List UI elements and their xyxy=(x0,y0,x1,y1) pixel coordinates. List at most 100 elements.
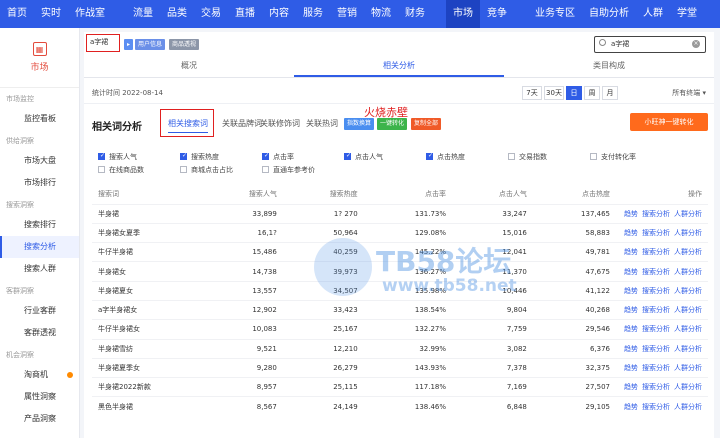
column-header[interactable]: 搜索热度 xyxy=(283,185,364,204)
row-action-link[interactable]: 趋势 xyxy=(624,306,638,314)
row-action-link[interactable]: 人群分析 xyxy=(674,229,702,237)
metric-checkbox[interactable]: 交易指数 xyxy=(508,152,547,162)
row-action-link[interactable]: 搜索分析 xyxy=(642,248,670,256)
sidebar-item[interactable]: 客群透视 xyxy=(0,322,79,344)
sidebar-item[interactable]: 属性洞察 xyxy=(0,386,79,408)
nav-item[interactable]: 学堂 xyxy=(670,0,704,28)
nav-item[interactable]: 交易 xyxy=(194,0,228,28)
metric-checkbox[interactable]: 点击热度 xyxy=(426,152,465,162)
sidebar-item[interactable]: 搜索人群 xyxy=(0,258,79,280)
row-action-link[interactable]: 人群分析 xyxy=(674,364,702,372)
tab-1[interactable]: 相关分析 xyxy=(294,56,504,77)
row-action-link[interactable]: 趋势 xyxy=(624,248,638,256)
sidebar-item[interactable]: 行业客群 xyxy=(0,300,79,322)
row-action-link[interactable]: 趋势 xyxy=(624,268,638,276)
row-action-link[interactable]: 趋势 xyxy=(624,210,638,218)
sidebar-item[interactable]: 市场排行 xyxy=(0,172,79,194)
subtab[interactable]: 关联热词 xyxy=(306,118,338,129)
one-click-convert-button[interactable]: 一键转化 xyxy=(377,118,408,130)
column-header[interactable]: 搜索人气 xyxy=(202,185,283,204)
sidebar-item[interactable]: 监控看板 xyxy=(0,108,79,130)
sidebar-item[interactable]: 淘商机 xyxy=(0,364,79,386)
nav-item[interactable]: 市场 xyxy=(446,0,480,28)
metric-checkbox[interactable]: 搜索人气 xyxy=(98,152,137,162)
metric-checkbox[interactable]: 商城点击占比 xyxy=(180,165,233,175)
row-action-link[interactable]: 人群分析 xyxy=(674,325,702,333)
index-convert-button[interactable]: 指数换算 xyxy=(344,118,375,130)
nav-item[interactable]: 竞争 xyxy=(480,0,514,28)
subtab[interactable]: 关联品牌词 xyxy=(222,118,262,129)
product-tag[interactable]: 商品透视 xyxy=(169,39,200,50)
nav-item[interactable]: 服务 xyxy=(296,0,330,28)
row-action-link[interactable]: 搜索分析 xyxy=(642,345,670,353)
subtab[interactable]: 相关搜索词 xyxy=(168,118,208,133)
row-action-link[interactable]: 人群分析 xyxy=(674,248,702,256)
row-action-link[interactable]: 人群分析 xyxy=(674,345,702,353)
nav-item[interactable]: 作战室 xyxy=(68,0,112,28)
period-button[interactable]: 周 xyxy=(584,86,600,100)
nav-item[interactable]: 流量 xyxy=(126,0,160,28)
row-action-link[interactable]: 搜索分析 xyxy=(642,229,670,237)
row-action-link[interactable]: 趋势 xyxy=(624,287,638,295)
nav-item[interactable]: 营销 xyxy=(330,0,364,28)
sidebar-item[interactable]: 市场大盘 xyxy=(0,150,79,172)
tab-2[interactable]: 类目构成 xyxy=(504,56,714,77)
row-action-link[interactable]: 趋势 xyxy=(624,229,638,237)
row-action-link[interactable]: 搜索分析 xyxy=(642,306,670,314)
row-action-link[interactable]: 搜索分析 xyxy=(642,364,670,372)
terminal-select[interactable]: 所有终端 ▾ xyxy=(672,88,706,98)
plugin-convert-button[interactable]: 小旺神一键转化 xyxy=(630,113,708,131)
period-button[interactable]: 日 xyxy=(566,86,582,100)
row-action-link[interactable]: 搜索分析 xyxy=(642,325,670,333)
row-action-link[interactable]: 人群分析 xyxy=(674,287,702,295)
column-header[interactable]: 点击人气 xyxy=(452,185,533,204)
metric-checkbox[interactable]: 支付转化率 xyxy=(590,152,636,162)
nav-item[interactable]: 财务 xyxy=(398,0,432,28)
period-button[interactable]: 月 xyxy=(602,86,618,100)
nav-item[interactable]: 业务专区 xyxy=(528,0,582,28)
row-action-link[interactable]: 搜索分析 xyxy=(642,287,670,295)
row-action-link[interactable]: 搜索分析 xyxy=(642,383,670,391)
search-input[interactable]: a字裙 × xyxy=(594,36,706,53)
nav-item[interactable]: 品类 xyxy=(160,0,194,28)
row-action-link[interactable]: 人群分析 xyxy=(674,403,702,411)
period-button[interactable]: 30天 xyxy=(544,86,564,100)
nav-item[interactable]: 内容 xyxy=(262,0,296,28)
row-action-link[interactable]: 趋势 xyxy=(624,325,638,333)
sidebar-item[interactable]: 搜索排行 xyxy=(0,214,79,236)
column-header[interactable]: 点击率 xyxy=(364,185,452,204)
sidebar-item[interactable]: 搜索分析 xyxy=(0,236,79,258)
row-action-link[interactable]: 搜索分析 xyxy=(642,403,670,411)
period-button[interactable]: 7天 xyxy=(522,86,542,100)
nav-item[interactable]: 首页 xyxy=(0,0,34,28)
row-action-link[interactable]: 趋势 xyxy=(624,345,638,353)
nav-item[interactable]: 自助分析 xyxy=(582,0,636,28)
column-header[interactable]: 点击热度 xyxy=(533,185,616,204)
nav-item[interactable]: 直播 xyxy=(228,0,262,28)
row-action-link[interactable]: 趋势 xyxy=(624,383,638,391)
row-action-link[interactable]: 趋势 xyxy=(624,403,638,411)
row-action-link[interactable]: 搜索分析 xyxy=(642,268,670,276)
nav-item[interactable]: 实时 xyxy=(34,0,68,28)
row-action-link[interactable]: 趋势 xyxy=(624,364,638,372)
metric-checkbox[interactable]: 点击率 xyxy=(262,152,294,162)
metric-checkbox[interactable]: 搜索热度 xyxy=(180,152,219,162)
sidebar-item[interactable]: 产品洞察 xyxy=(0,408,79,430)
row-action-link[interactable]: 人群分析 xyxy=(674,383,702,391)
metric-checkbox[interactable]: 直通车参考价 xyxy=(262,165,315,175)
tab-0[interactable]: 概况 xyxy=(84,56,294,77)
copy-all-button[interactable]: 复制全部 xyxy=(411,118,442,130)
user-info-tag[interactable]: 用户信息 xyxy=(135,39,166,50)
row-action-link[interactable]: 人群分析 xyxy=(674,306,702,314)
metric-checkbox[interactable]: 在线商品数 xyxy=(98,165,144,175)
metric-checkbox[interactable]: 点击人气 xyxy=(344,152,383,162)
row-action-link[interactable]: 人群分析 xyxy=(674,268,702,276)
row-action-link[interactable]: 人群分析 xyxy=(674,210,702,218)
nav-item[interactable]: 物流 xyxy=(364,0,398,28)
clear-icon[interactable]: × xyxy=(692,40,700,48)
keyword-chip[interactable]: a字裙 xyxy=(86,34,120,52)
row-action-link[interactable]: 搜索分析 xyxy=(642,210,670,218)
subtab[interactable]: 关联修饰词 xyxy=(260,118,300,129)
nav-item[interactable]: 人群 xyxy=(636,0,670,28)
play-icon[interactable]: ▸ xyxy=(124,39,133,50)
